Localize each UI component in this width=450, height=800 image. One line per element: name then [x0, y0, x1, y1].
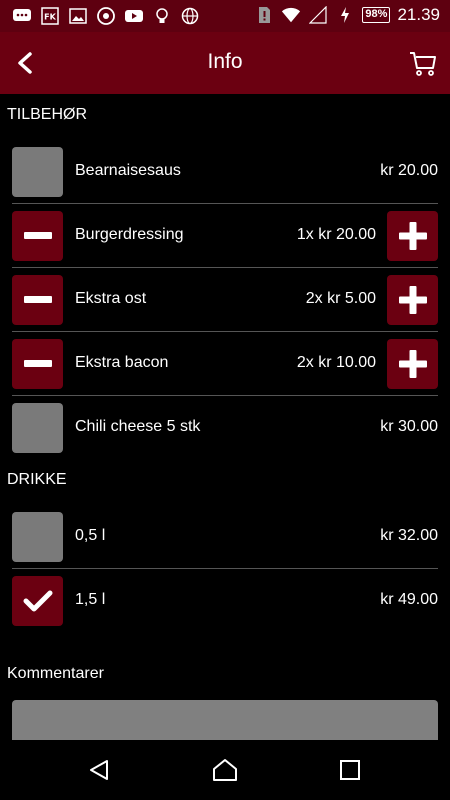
checkbox[interactable]	[12, 403, 63, 453]
plus-icon	[398, 222, 427, 250]
battery-indicator: 98%	[362, 7, 391, 23]
chrome-icon	[96, 6, 116, 26]
comments-label: Kommentarer	[7, 665, 104, 682]
item-name: 0,5 l	[75, 527, 106, 544]
notification-icons: FK	[12, 6, 200, 26]
youtube-icon	[124, 6, 144, 26]
chat-icon	[12, 6, 32, 26]
list-item[interactable]: Bearnaisesaus kr 20.00	[12, 140, 438, 204]
checkbox-checked[interactable]	[12, 576, 63, 626]
globe-icon	[180, 6, 200, 26]
decrement-button[interactable]	[12, 275, 63, 325]
triangle-back-icon	[90, 760, 108, 780]
svg-text:FK: FK	[44, 13, 56, 22]
comments-field[interactable]	[12, 700, 438, 740]
alert-icon	[254, 5, 274, 25]
nav-recents-button[interactable]	[335, 755, 365, 785]
plus-icon	[398, 350, 427, 378]
navigation-bar	[0, 740, 450, 800]
item-price: kr 32.00	[380, 527, 438, 544]
item-price: 2x kr 10.00	[296, 354, 376, 371]
list-item[interactable]: 0,5 l kr 32.00	[12, 505, 438, 569]
decrement-button[interactable]	[12, 211, 63, 261]
wifi-icon	[281, 5, 301, 25]
nav-home-button[interactable]	[210, 755, 240, 785]
system-status: 98% 21.39	[254, 5, 440, 25]
increment-button[interactable]	[387, 275, 438, 325]
minus-icon	[23, 232, 52, 239]
item-name: Ekstra bacon	[75, 354, 169, 371]
item-price: 2x kr 5.00	[305, 290, 376, 307]
status-bar: FK 98% 21.39	[0, 0, 450, 32]
content: TILBEHØR Bearnaisesaus kr 20.00 Burgerdr…	[0, 94, 450, 740]
item-name: Bearnaisesaus	[75, 162, 181, 179]
plus-icon	[398, 286, 427, 314]
home-icon	[213, 759, 237, 781]
item-name: Ekstra ost	[75, 290, 147, 307]
section-header-drikke: DRIKKE	[7, 471, 67, 488]
list-item[interactable]: Ekstra bacon 2x kr 10.00	[12, 332, 438, 396]
page-title: Info	[207, 50, 243, 73]
image-icon	[68, 6, 88, 26]
section-header-tilbehor: TILBEHØR	[7, 106, 88, 123]
list-item[interactable]: Ekstra ost 2x kr 5.00	[12, 268, 438, 332]
status-time: 21.39	[397, 5, 440, 24]
item-price: kr 20.00	[380, 162, 438, 179]
checkbox[interactable]	[12, 147, 63, 197]
minus-icon	[23, 296, 52, 303]
item-name: 1,5 l	[75, 591, 106, 608]
list-item[interactable]: Burgerdressing 1x kr 20.00	[12, 204, 438, 268]
lightbulb-icon	[152, 6, 172, 26]
square-icon	[340, 760, 360, 780]
item-price: kr 30.00	[380, 418, 438, 435]
item-price: 1x kr 20.00	[296, 226, 376, 243]
charging-icon	[335, 5, 355, 25]
item-name: Chili cheese 5 stk	[75, 418, 201, 435]
increment-button[interactable]	[387, 339, 438, 389]
nav-back-button[interactable]	[84, 755, 114, 785]
signal-icon	[308, 5, 328, 25]
decrement-button[interactable]	[12, 339, 63, 389]
increment-button[interactable]	[387, 211, 438, 261]
checkbox[interactable]	[12, 512, 63, 562]
app-bar: Info	[0, 32, 450, 94]
cart-icon	[410, 52, 436, 76]
item-name: Burgerdressing	[75, 226, 184, 243]
item-price: kr 49.00	[380, 591, 438, 608]
checkmark-icon	[23, 590, 52, 612]
list-item[interactable]: Chili cheese 5 stk kr 30.00	[12, 396, 438, 460]
fk-icon: FK	[40, 6, 60, 26]
minus-icon	[23, 360, 52, 367]
list-item[interactable]: 1,5 l kr 49.00	[12, 569, 438, 633]
cart-button[interactable]	[408, 48, 438, 78]
